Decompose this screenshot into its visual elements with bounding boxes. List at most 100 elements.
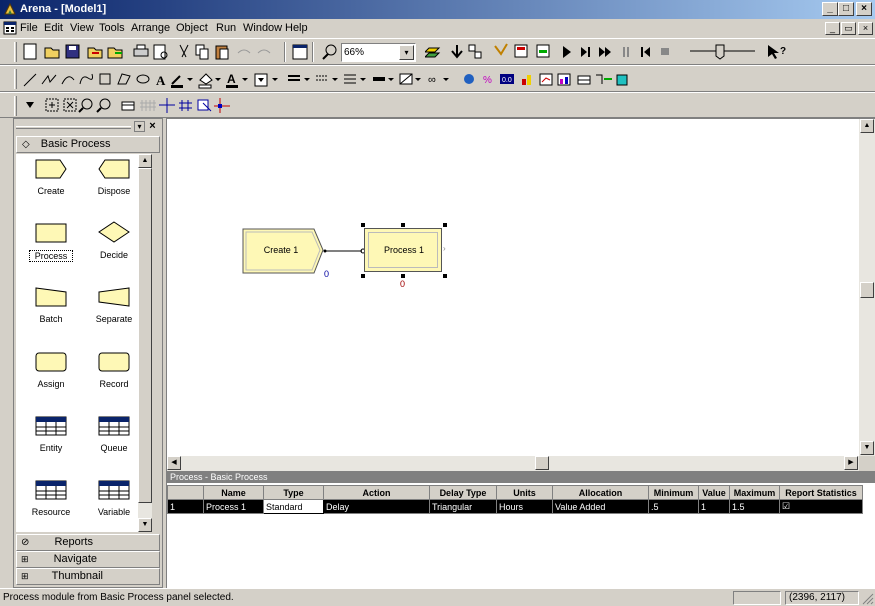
selection-handle[interactable]: [361, 223, 365, 227]
cell-delay-type[interactable]: Triangular: [429, 499, 497, 514]
fill-color-icon[interactable]: [198, 73, 221, 89]
create-module-shape[interactable]: Create 1: [242, 228, 324, 274]
full-view-icon[interactable]: [291, 43, 309, 61]
column-header-type[interactable]: Type: [263, 485, 324, 500]
level-icon[interactable]: [522, 75, 531, 85]
help-pointer-icon[interactable]: ?: [768, 45, 786, 59]
menu-object[interactable]: Object: [176, 22, 208, 34]
arc-icon[interactable]: [61, 76, 75, 85]
table-row[interactable]: 1 Process 1 Standard Delay Triangular Ho…: [167, 499, 863, 514]
histogram-icon[interactable]: [557, 73, 571, 86]
snap-guides-icon[interactable]: [197, 99, 212, 112]
caption-grip[interactable]: [16, 126, 131, 129]
cell-type-dropdown[interactable]: Standard: [263, 499, 324, 514]
scroll-left-icon[interactable]: ◀: [167, 456, 181, 470]
panel-header-basic-process[interactable]: ◇ Basic Process: [16, 136, 160, 153]
pause-icon[interactable]: [623, 47, 629, 57]
zoom-out-icon[interactable]: [96, 98, 111, 113]
cell-units[interactable]: Hours: [496, 499, 553, 514]
snap-grid-icon[interactable]: [179, 100, 192, 111]
menu-arrange[interactable]: Arrange: [131, 22, 170, 34]
polygon-icon[interactable]: [117, 73, 131, 85]
scroll-up-icon[interactable]: ▲: [138, 154, 152, 168]
connector-line[interactable]: [322, 247, 367, 257]
station-icon[interactable]: [616, 74, 628, 86]
column-header-value[interactable]: Value: [698, 485, 730, 500]
print-preview-icon[interactable]: [153, 44, 168, 60]
mdi-close-button[interactable]: ×: [858, 22, 873, 35]
bezier-icon[interactable]: [79, 73, 93, 85]
module-separate[interactable]: Separate: [84, 286, 144, 324]
text-color-icon[interactable]: A: [226, 72, 248, 88]
column-header-units[interactable]: Units: [496, 485, 553, 500]
module-process[interactable]: Process: [21, 222, 81, 262]
fill-pattern-icon[interactable]: [399, 73, 421, 85]
process-module-shape[interactable]: Process 1: [364, 228, 442, 272]
layers-dropdown-icon[interactable]: [26, 102, 34, 108]
line-color-icon[interactable]: [171, 75, 193, 88]
undo-icon[interactable]: [237, 49, 251, 54]
panel-scrollbar[interactable]: ▲ ▼: [138, 154, 152, 532]
panel-header-reports[interactable]: ⊘ Reports: [16, 534, 160, 551]
link-icon[interactable]: ∞: [428, 74, 449, 86]
mdi-restore-button[interactable]: ▭: [841, 22, 856, 35]
polyline-icon[interactable]: [41, 74, 57, 85]
cut-icon[interactable]: [179, 44, 189, 58]
clock-icon[interactable]: 0.0: [500, 74, 514, 84]
module-variable[interactable]: Variable: [84, 479, 144, 517]
column-header-allocation[interactable]: Allocation: [552, 485, 649, 500]
model-canvas[interactable]: Create 1 0 Process 1 › 0 ▲ ▼ ◀ ▶: [166, 118, 875, 471]
module-assign[interactable]: Assign: [21, 351, 81, 389]
zoom-in-icon[interactable]: [78, 98, 93, 113]
menu-view[interactable]: View: [70, 22, 94, 34]
paste-icon[interactable]: [215, 45, 229, 60]
transfer-icon[interactable]: [596, 74, 612, 84]
close-button[interactable]: ×: [856, 2, 872, 16]
text-icon[interactable]: A: [156, 73, 166, 88]
layers-icon[interactable]: [425, 47, 441, 58]
step-icon[interactable]: [581, 47, 590, 57]
queue-icon[interactable]: [577, 75, 591, 85]
connect-icon[interactable]: [451, 45, 463, 59]
module-dispose[interactable]: Dispose: [84, 158, 144, 196]
cell-action[interactable]: Delay: [323, 499, 430, 514]
canvas-vertical-scrollbar[interactable]: ▲ ▼: [859, 119, 875, 456]
redo-icon[interactable]: [257, 49, 271, 54]
menu-help[interactable]: Help: [285, 22, 308, 34]
module-entity[interactable]: Entity: [21, 415, 81, 453]
process-exit-point[interactable]: ›: [443, 244, 446, 253]
zoom-extents-icon[interactable]: [45, 98, 59, 112]
canvas-horizontal-scrollbar[interactable]: ◀ ▶: [167, 456, 859, 471]
scroll-thumb[interactable]: [860, 282, 874, 298]
resize-grip-icon[interactable]: [861, 592, 874, 605]
panel-header-navigate[interactable]: ⊞ Navigate: [16, 551, 160, 568]
panel-header-thumbnail[interactable]: ⊞ Thumbnail: [16, 568, 160, 585]
selection-handle[interactable]: [443, 223, 447, 227]
scroll-thumb[interactable]: [138, 168, 152, 503]
zoom-window-icon[interactable]: [63, 98, 77, 112]
check-model-icon[interactable]: [494, 43, 508, 56]
mdi-minimize-button[interactable]: _: [825, 22, 840, 35]
print-icon[interactable]: [133, 44, 149, 57]
open-template-icon[interactable]: [87, 47, 103, 59]
module-resource[interactable]: Resource: [21, 479, 81, 517]
scroll-right-icon[interactable]: ▶: [844, 456, 858, 470]
setup-icon[interactable]: [536, 44, 550, 58]
maximize-button[interactable]: □: [838, 2, 854, 16]
scroll-down-icon[interactable]: ▼: [860, 441, 874, 455]
ellipse-icon[interactable]: [136, 74, 150, 84]
glue-guides-icon[interactable]: [214, 98, 230, 113]
dock-dropdown-button[interactable]: ▾: [134, 121, 145, 132]
toolbar-grip[interactable]: [14, 69, 17, 89]
scroll-thumb[interactable]: [535, 456, 549, 470]
scroll-down-icon[interactable]: ▼: [138, 518, 152, 532]
menu-file[interactable]: File: [20, 22, 38, 34]
project-bar-close-icon[interactable]: ×: [147, 121, 158, 132]
column-header-name[interactable]: Name: [203, 485, 264, 500]
animation-speed-slider[interactable]: [690, 44, 755, 60]
guides-icon[interactable]: [159, 98, 175, 113]
line-icon[interactable]: [23, 73, 37, 87]
minimize-button[interactable]: _: [822, 2, 838, 16]
menu-run[interactable]: Run: [216, 22, 236, 34]
module-batch[interactable]: Batch: [21, 286, 81, 324]
